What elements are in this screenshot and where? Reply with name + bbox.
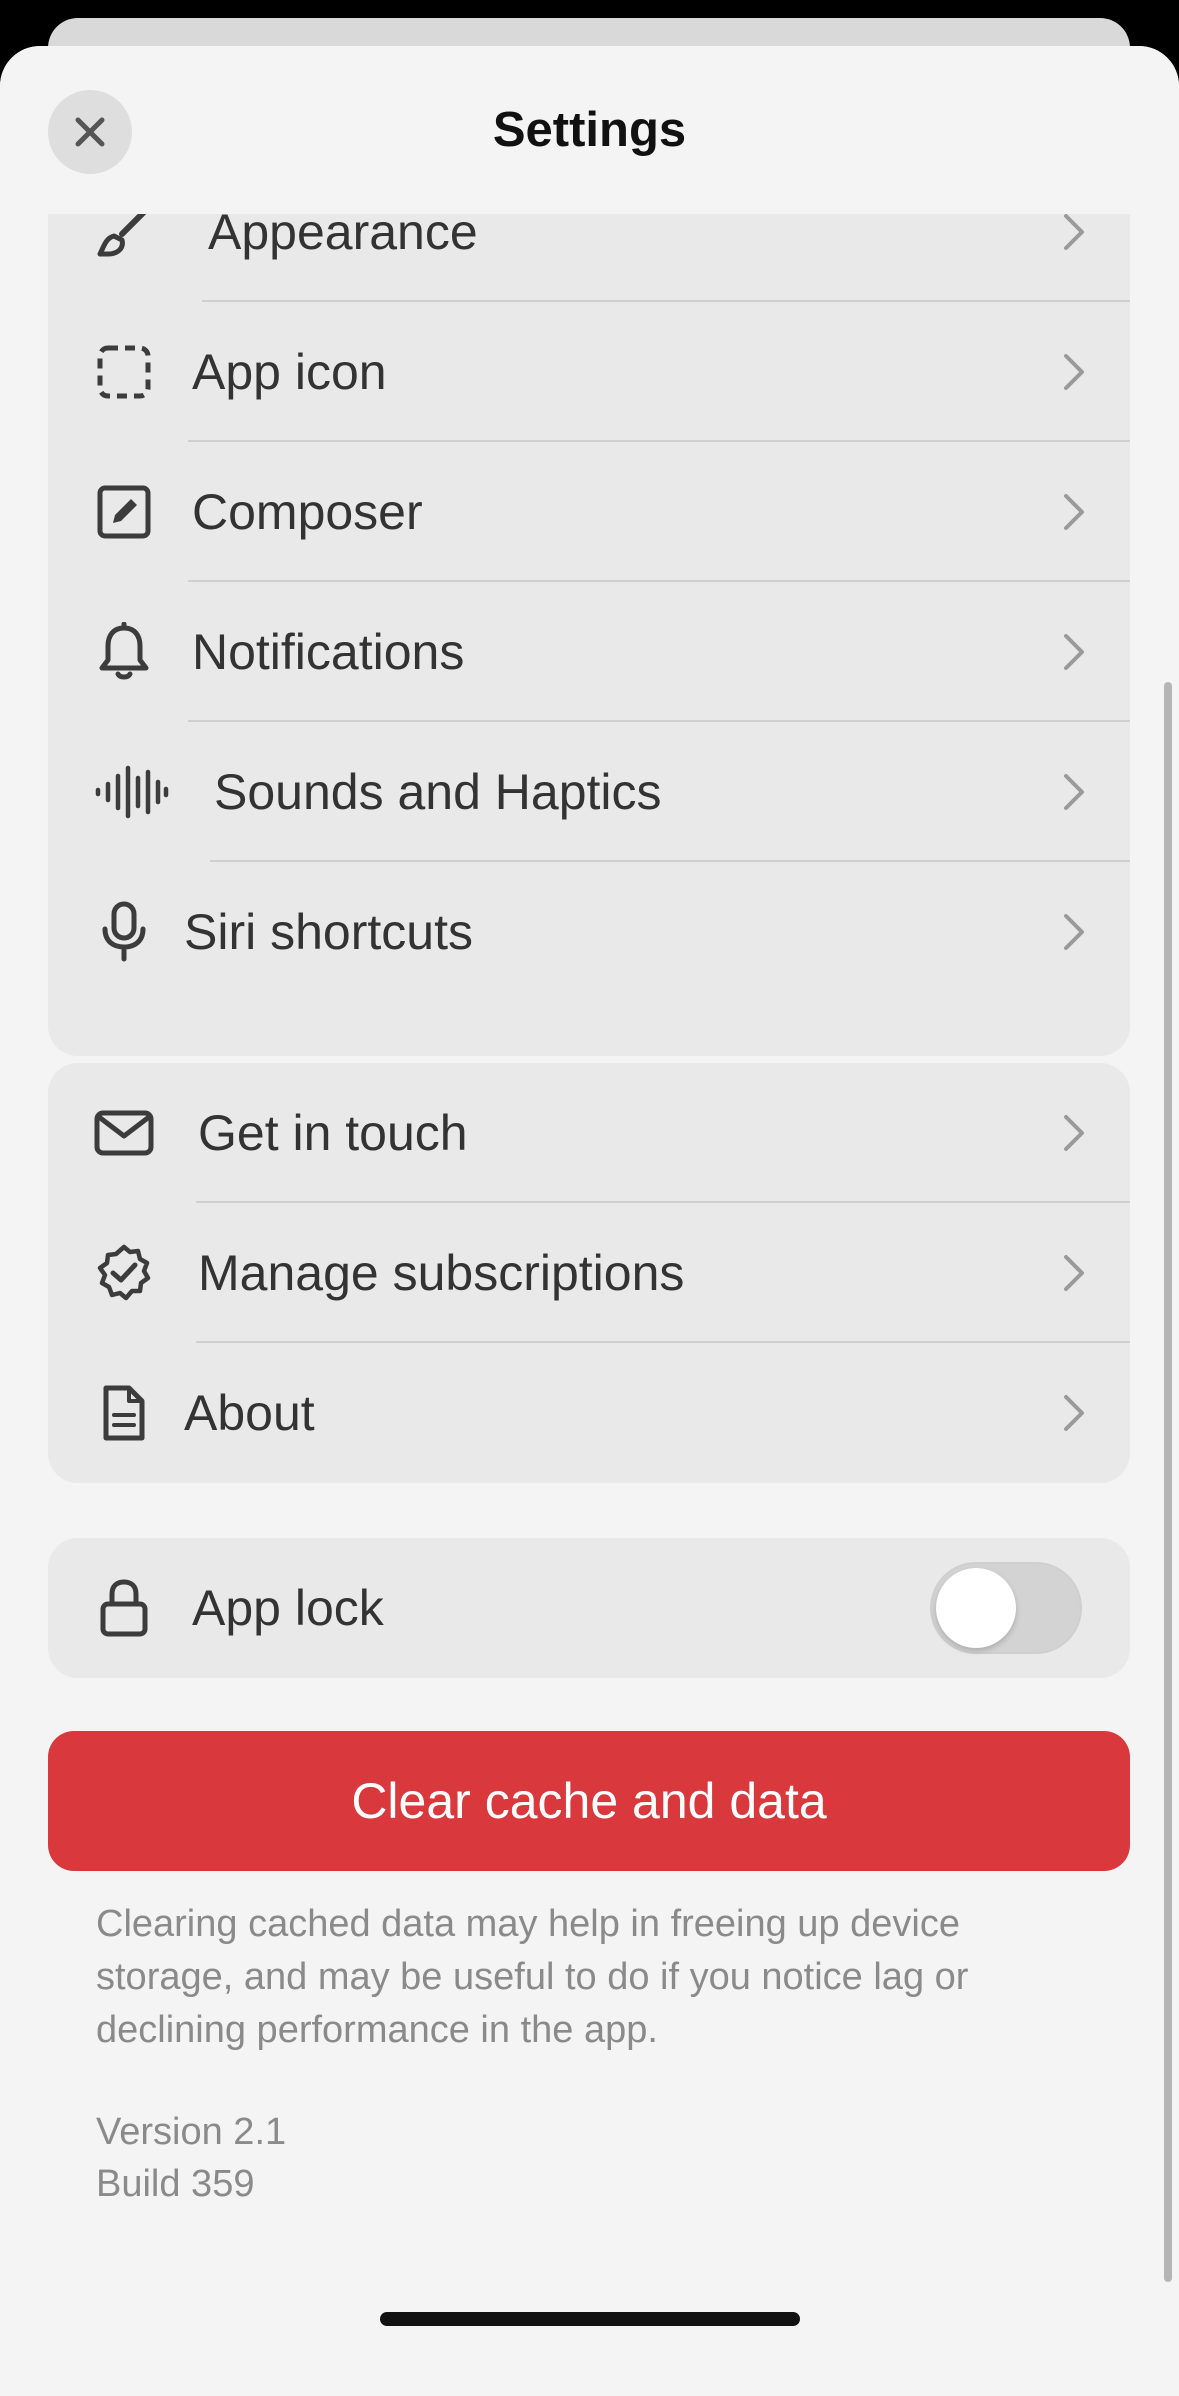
version-label: Version 2.1 [96,2111,287,2153]
row-app-lock: App lock [48,1538,1130,1678]
settings-group-support: Get in touch Manage subscriptions About [48,1063,1130,1483]
row-app-icon[interactable]: App icon [48,302,1130,442]
row-about[interactable]: About [48,1343,1130,1483]
sheet-header: Settings [0,46,1179,214]
row-composer[interactable]: Composer [48,442,1130,582]
microphone-icon [92,862,156,1002]
row-label: Manage subscriptions [198,1245,685,1301]
document-icon [92,1343,156,1483]
row-label: App icon [192,344,387,400]
clear-cache-button[interactable]: Clear cache and data [48,1731,1130,1871]
chevron-right-icon [1062,302,1086,442]
row-label: Siri shortcuts [184,904,473,960]
home-indicator[interactable] [380,2312,800,2326]
row-label: Notifications [192,624,465,680]
waveform-icon [92,722,172,862]
chevron-right-icon [1062,1203,1086,1343]
row-label: Composer [192,484,423,540]
chevron-right-icon [1062,582,1086,722]
page-title: Settings [492,103,687,157]
row-manage-subscriptions[interactable]: Manage subscriptions [48,1203,1130,1343]
version-info: Version 2.1 Build 359 [96,2106,286,2210]
bell-icon [92,582,156,722]
settings-group-preferences: Appearance App icon Composer Notificatio… [48,162,1130,1056]
lock-icon [92,1538,156,1678]
row-notifications[interactable]: Notifications [48,582,1130,722]
chevron-right-icon [1062,1063,1086,1203]
scrollbar[interactable] [1164,682,1172,2282]
chevron-right-icon [1062,442,1086,582]
row-label: About [184,1385,315,1441]
clear-cache-description: Clearing cached data may help in freeing… [96,1903,969,2051]
build-label: Build 359 [96,2163,255,2205]
compose-icon [92,442,156,582]
row-get-in-touch[interactable]: Get in touch [48,1063,1130,1203]
row-sounds-haptics[interactable]: Sounds and Haptics [48,722,1130,862]
app-lock-toggle[interactable] [930,1562,1082,1654]
chevron-right-icon [1062,1343,1086,1483]
settings-group-security: App lock [48,1538,1130,1678]
chevron-right-icon [1062,862,1086,1002]
checkmark-seal-icon [92,1203,156,1343]
dashed-square-icon [92,302,156,442]
row-label: App lock [192,1580,384,1636]
chevron-right-icon [1062,722,1086,862]
settings-sheet: Appearance App icon Composer Notificatio… [0,46,1179,2396]
toggle-knob [936,1568,1016,1648]
row-siri-shortcuts[interactable]: Siri shortcuts [48,862,1130,1002]
row-label: Sounds and Haptics [214,764,662,820]
row-label: Get in touch [198,1105,468,1161]
envelope-icon [92,1063,156,1203]
